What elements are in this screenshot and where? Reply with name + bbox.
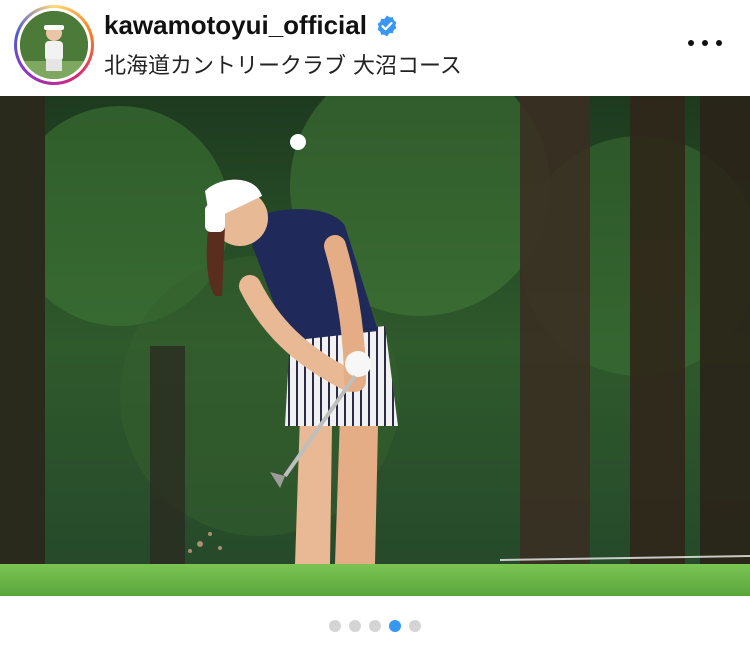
- carousel-indicator: [0, 620, 750, 632]
- carousel-dot: [409, 620, 421, 632]
- verified-badge-icon: [377, 15, 397, 36]
- carousel-dot: [329, 620, 341, 632]
- username-text[interactable]: kawamotoyui_official: [104, 10, 367, 41]
- story-ring[interactable]: [14, 5, 94, 85]
- more-options-icon[interactable]: [688, 26, 722, 60]
- post-header: kawamotoyui_official 北海道カントリークラブ 大沼コース: [0, 0, 750, 96]
- carousel-dot-active: [389, 620, 401, 632]
- golfer-photo-illustration: [0, 96, 750, 596]
- carousel-dot: [369, 620, 381, 632]
- carousel-dot: [349, 620, 361, 632]
- username[interactable]: kawamotoyui_official: [104, 10, 399, 41]
- post-photo[interactable]: [0, 96, 750, 596]
- location-label[interactable]: 北海道カントリークラブ 大沼コース: [104, 48, 462, 80]
- avatar[interactable]: [20, 11, 88, 79]
